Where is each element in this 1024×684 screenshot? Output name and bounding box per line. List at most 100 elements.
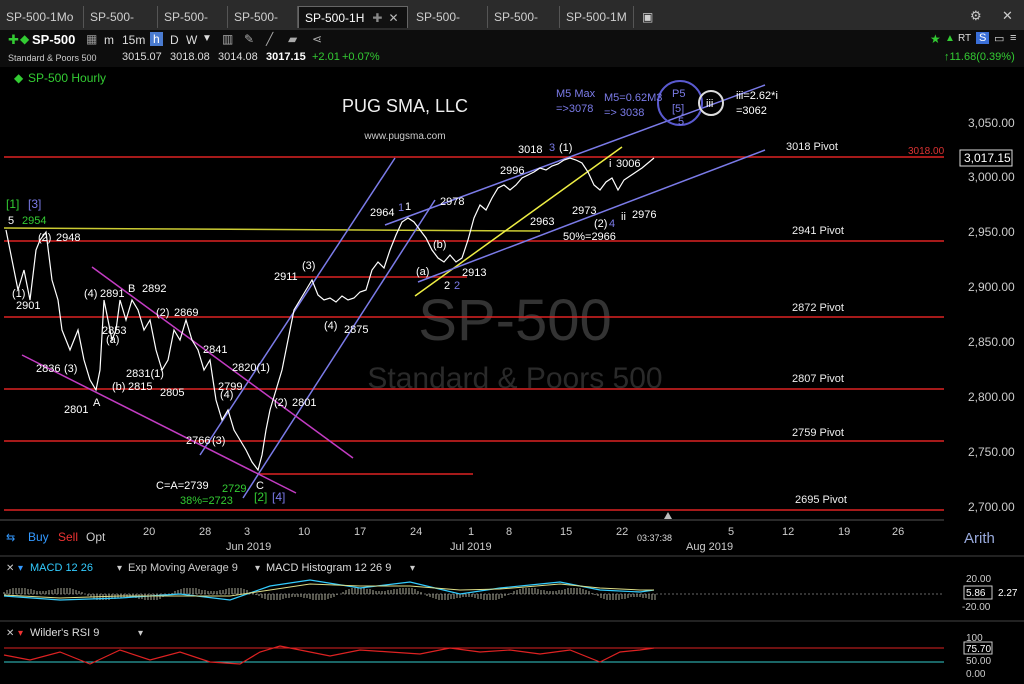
- annotation: (3): [64, 363, 77, 375]
- options-button[interactable]: Opt: [86, 530, 106, 544]
- rsi-collapse-icon[interactable]: ✕: [6, 628, 14, 639]
- tag-icon[interactable]: ▭: [994, 32, 1004, 45]
- annotation: (b): [433, 239, 446, 251]
- interval-h[interactable]: h: [150, 32, 163, 46]
- annotation: 2976: [632, 209, 656, 221]
- annotation: [2]: [254, 490, 267, 504]
- grid-icon[interactable]: ▦: [86, 32, 97, 46]
- annotation: (b): [112, 381, 125, 393]
- annotation: A: [93, 397, 101, 409]
- interval-dropdown-icon[interactable]: ▼: [202, 33, 212, 44]
- hist-dropdown-icon[interactable]: ▾: [255, 563, 260, 574]
- y-label: 3,000.00: [968, 170, 1015, 184]
- annotation: P5: [672, 88, 685, 100]
- x-label: 26: [892, 526, 904, 538]
- scroll-up-icon[interactable]: ▲: [945, 33, 955, 44]
- pivot-price-label: 3018.00: [908, 146, 945, 157]
- interval-m[interactable]: m: [104, 33, 114, 47]
- symbol-input[interactable]: SP-500: [32, 32, 75, 47]
- tab-sp500-1mo[interactable]: SP-500-1Mo: [0, 6, 84, 28]
- y-label: 2,850.00: [968, 335, 1015, 349]
- tab-sp500-5m[interactable]: SP-500-5M: [488, 6, 560, 46]
- bg-name: Standard & Poors 500: [367, 362, 662, 395]
- y-label: 2,900.00: [968, 280, 1015, 294]
- pivot-label: 2807 Pivot: [792, 373, 844, 385]
- new-tab-icon[interactable]: ▣: [636, 6, 658, 28]
- rt-label: RT: [958, 33, 972, 44]
- y-label: 3,050.00: [968, 116, 1015, 130]
- annotation: 2801: [292, 397, 316, 409]
- ema-label[interactable]: Exp Moving Average 9: [128, 562, 238, 574]
- draw-line-icon[interactable]: ╱: [266, 32, 273, 46]
- annotation: 2892: [142, 283, 166, 295]
- annotation: 2978: [440, 196, 464, 208]
- annotation: 2891: [100, 288, 124, 300]
- annotation: 2841: [203, 344, 227, 356]
- toolbar: ✚ ◆ SP-500 ▦ m 15m h D W ▼ ▥ ✎ ╱ ▰ ⋖ ★ ▲…: [0, 30, 1024, 50]
- annotation: 2815: [128, 381, 152, 393]
- star-icon[interactable]: ★: [930, 32, 941, 46]
- annotation: 5: [678, 116, 684, 128]
- tab-sp500-1w[interactable]: SP-500-1W: [84, 6, 158, 46]
- macd-collapse-icon[interactable]: ✕: [6, 563, 14, 574]
- chart-area[interactable]: SP-500 Standard & Poors 500 ◆ SP-500 Hou…: [0, 67, 1024, 680]
- tab-sp500-1d[interactable]: SP-500-1D: [158, 6, 228, 46]
- hist-options-icon[interactable]: ▾: [410, 563, 415, 574]
- rsi-dropdown-icon[interactable]: ▾: [18, 628, 23, 639]
- draw-tool-icon[interactable]: ✎: [244, 32, 254, 46]
- tab-sp500-1m[interactable]: SP-500-1M: [560, 6, 634, 28]
- bar-chart-icon[interactable]: ▥: [222, 32, 233, 46]
- annotation: iii: [706, 98, 713, 110]
- annotation: 2913: [462, 267, 486, 279]
- tab-sp500-4h[interactable]: SP-500-4H: [228, 6, 298, 46]
- annotation: M5=0.62M3: [604, 92, 662, 104]
- annotation: (2): [38, 232, 51, 244]
- rsi-value: 75.70: [966, 644, 991, 655]
- y-label: 2,950.00: [968, 225, 1015, 239]
- eraser-icon[interactable]: ▰: [288, 32, 297, 46]
- annotation: 1: [398, 202, 404, 214]
- axis-mode-button[interactable]: Arith: [964, 530, 995, 547]
- annotation: 50%=2966: [563, 231, 616, 243]
- close-icon[interactable]: ✕: [388, 11, 398, 25]
- macd-hist-label[interactable]: MACD Histogram 12 26 9: [266, 562, 391, 574]
- settings-icon[interactable]: ⚙: [970, 8, 982, 24]
- buy-button[interactable]: Buy: [28, 530, 49, 544]
- series-label: SP-500 Hourly: [28, 71, 106, 85]
- x-label: 22: [616, 526, 628, 538]
- change: +2.01: [312, 51, 340, 63]
- interval-d[interactable]: D: [170, 33, 179, 47]
- pin-icon[interactable]: ✚: [372, 11, 382, 25]
- annotation: (4): [84, 288, 97, 300]
- annotation: 2996: [500, 165, 524, 177]
- change-pct: +0.07%: [342, 51, 380, 63]
- annotation: 2964: [370, 207, 394, 219]
- macd-dropdown-icon[interactable]: ▾: [18, 563, 23, 574]
- annotation: 2973: [572, 205, 596, 217]
- annotation: 2805: [160, 387, 184, 399]
- sell-button[interactable]: Sell: [58, 530, 78, 544]
- interval-w[interactable]: W: [186, 33, 197, 47]
- rsi-label[interactable]: Wilder's RSI 9: [30, 627, 99, 639]
- ema-dropdown-icon[interactable]: ▾: [117, 563, 122, 574]
- share-icon[interactable]: ⋖: [312, 32, 322, 46]
- annotation: 2: [444, 280, 450, 292]
- annotation: [4]: [272, 490, 285, 504]
- s-button[interactable]: S: [976, 32, 990, 44]
- macd-label[interactable]: MACD 12 26: [30, 562, 93, 574]
- annotation: (3): [302, 260, 315, 272]
- annotation: i: [609, 158, 611, 170]
- annotation: (4): [324, 320, 337, 332]
- x-label: 10: [298, 526, 310, 538]
- plus-icon[interactable]: ✚: [8, 32, 19, 48]
- window-close-icon[interactable]: ✕: [1002, 8, 1013, 24]
- x-label: 3: [244, 526, 250, 538]
- tab-sp500-15m[interactable]: SP-500-15M: [410, 6, 488, 46]
- annotation: 2948: [56, 232, 80, 244]
- annotation: 2911: [274, 271, 298, 283]
- tab-sp500-1h[interactable]: SP-500-1H ✚ ✕: [298, 6, 408, 28]
- menu-icon[interactable]: ≡: [1010, 32, 1016, 44]
- annotation: => 3038: [604, 107, 644, 119]
- interval-15m[interactable]: 15m: [122, 33, 145, 47]
- rsi-options-icon[interactable]: ▾: [138, 628, 143, 639]
